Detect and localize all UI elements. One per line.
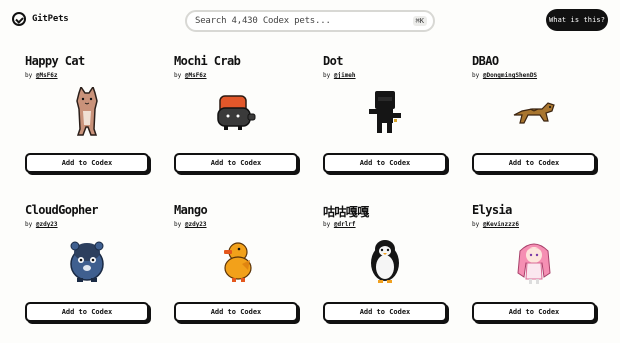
pet-author: by @DongmingShenDS bbox=[472, 72, 538, 79]
search-input[interactable]: Search 4,430 Codex pets... ⌘K bbox=[185, 10, 435, 32]
pet-card: Elysia by @Kevinzzz6 Add to Codex bbox=[472, 203, 596, 343]
add-to-codex-button[interactable]: Add to Codex bbox=[323, 153, 447, 173]
pet-card: CloudGopher by @zdy23 Add to Codex bbox=[25, 203, 149, 343]
pet-author: by @drlrf bbox=[323, 221, 356, 228]
pet-name: Happy Cat bbox=[25, 54, 85, 68]
pet-author: by @zdy23 bbox=[25, 221, 58, 228]
author-link[interactable]: @zdy23 bbox=[185, 221, 207, 228]
penguin-sprite-icon bbox=[345, 231, 425, 291]
pet-name: 咕咕嘎嘎 bbox=[323, 205, 369, 219]
gitpets-logo-icon bbox=[12, 12, 26, 26]
pet-card: DBAO by @DongmingShenDS Add to Codex bbox=[472, 54, 596, 194]
author-link[interactable]: @MsF6z bbox=[36, 72, 58, 79]
author-link[interactable]: @Kevinzzz6 bbox=[483, 221, 519, 228]
duck-sprite-icon bbox=[196, 231, 276, 291]
dbao-sprite-icon bbox=[494, 82, 574, 142]
add-to-codex-button[interactable]: Add to Codex bbox=[323, 302, 447, 322]
brand-name: GitPets bbox=[32, 14, 69, 24]
pet-card: Mochi Crab by @MsF6z Add to Codex bbox=[174, 54, 298, 194]
pet-name: CloudGopher bbox=[25, 203, 98, 217]
pet-name: Mango bbox=[174, 203, 208, 217]
pet-author: by @zdy23 bbox=[174, 221, 207, 228]
search-placeholder: Search 4,430 Codex pets... bbox=[195, 16, 331, 26]
author-link[interactable]: @DongmingShenDS bbox=[483, 72, 537, 79]
add-to-codex-button[interactable]: Add to Codex bbox=[174, 153, 298, 173]
brand-logo[interactable]: GitPets bbox=[12, 12, 69, 26]
crab-sprite-icon bbox=[196, 82, 276, 142]
add-to-codex-button[interactable]: Add to Codex bbox=[25, 153, 149, 173]
dot-sprite-icon bbox=[345, 82, 425, 142]
what-is-this-button[interactable]: What is this? bbox=[546, 9, 608, 31]
pet-author: by @MsF6z bbox=[25, 72, 58, 79]
pet-name: DBAO bbox=[472, 54, 499, 68]
pet-card: Mango by @zdy23 Add to Codex bbox=[174, 203, 298, 343]
pet-card: 咕咕嘎嘎 by @drlrf Add to Codex bbox=[323, 203, 447, 343]
pet-author: by @MsF6z bbox=[174, 72, 207, 79]
add-to-codex-button[interactable]: Add to Codex bbox=[174, 302, 298, 322]
author-link[interactable]: @drlrf bbox=[334, 221, 356, 228]
cat-sprite-icon bbox=[47, 82, 127, 142]
author-link[interactable]: @zdy23 bbox=[36, 221, 58, 228]
pet-name: Mochi Crab bbox=[174, 54, 241, 68]
search-shortcut-badge: ⌘K bbox=[412, 16, 427, 26]
pet-author: by @jimeh bbox=[323, 72, 356, 79]
author-link[interactable]: @jimeh bbox=[334, 72, 356, 79]
pet-card: Dot by @jimeh Add to Codex bbox=[323, 54, 447, 194]
pet-author: by @Kevinzzz6 bbox=[472, 221, 519, 228]
add-to-codex-button[interactable]: Add to Codex bbox=[25, 302, 149, 322]
anime-girl-sprite-icon bbox=[494, 231, 574, 291]
pet-name: Elysia bbox=[472, 203, 512, 217]
pet-card: Happy Cat by @MsF6z Add to Codex bbox=[25, 54, 149, 194]
pet-name: Dot bbox=[323, 54, 343, 68]
add-to-codex-button[interactable]: Add to Codex bbox=[472, 302, 596, 322]
author-link[interactable]: @MsF6z bbox=[185, 72, 207, 79]
gopher-sprite-icon bbox=[47, 231, 127, 291]
top-header: GitPets Search 4,430 Codex pets... ⌘K Wh… bbox=[0, 0, 620, 42]
add-to-codex-button[interactable]: Add to Codex bbox=[472, 153, 596, 173]
